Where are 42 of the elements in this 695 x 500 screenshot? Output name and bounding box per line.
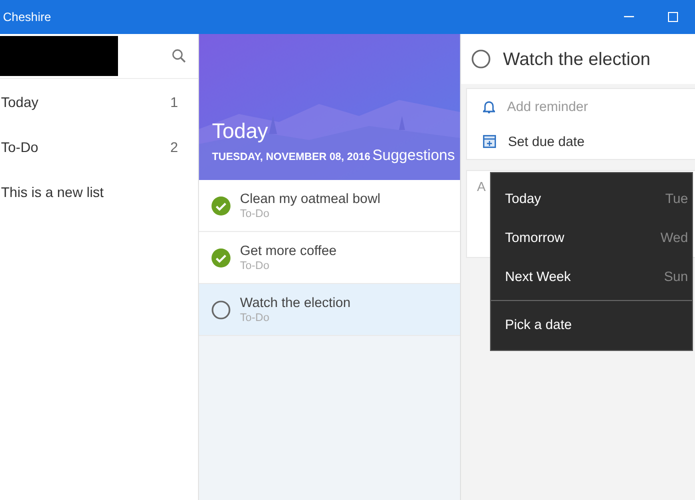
- menu-item-label: Next Week: [505, 269, 571, 284]
- task-list-name: To-Do: [240, 208, 270, 220]
- task-checkbox[interactable]: [471, 49, 491, 69]
- suggestions-link[interactable]: Suggestions: [372, 147, 455, 164]
- task-item[interactable]: Get more coffee To-Do: [199, 232, 460, 284]
- task-title: Get more coffee: [240, 243, 337, 258]
- search-icon[interactable]: [172, 49, 186, 63]
- maximize-icon[interactable]: [668, 12, 678, 22]
- calendar-icon: [483, 135, 496, 148]
- checked-circle-icon[interactable]: [211, 196, 231, 216]
- sidebar-item[interactable]: Today 1: [0, 79, 198, 124]
- task-item[interactable]: Clean my oatmeal bowl To-Do: [199, 180, 460, 232]
- list-name: Today: [1, 94, 38, 110]
- menu-item-label: Today: [505, 191, 542, 206]
- set-due-date-button[interactable]: Set due date: [467, 124, 695, 159]
- sidebar-item[interactable]: To-Do 2: [0, 124, 198, 169]
- menu-item-label: Tomorrow: [505, 230, 564, 245]
- task-count: 2: [170, 138, 178, 154]
- date-label: TUESDAY, NOVEMBER 08, 2016: [212, 151, 370, 163]
- list-name: This is a new list: [1, 184, 104, 200]
- task-list-name: To-Do: [240, 312, 270, 324]
- task-checkbox[interactable]: [211, 300, 231, 320]
- bell-icon: [483, 100, 495, 114]
- task-title: Clean my oatmeal bowl: [240, 191, 380, 206]
- sidebar-item[interactable]: This is a new list: [0, 169, 198, 214]
- task-count: 1: [170, 94, 178, 110]
- window-title: Cheshire: [3, 10, 52, 24]
- note-placeholder: A: [477, 179, 486, 194]
- list-name: To-Do: [1, 138, 38, 154]
- checked-circle-icon[interactable]: [211, 248, 231, 268]
- weekday-label: Wed: [660, 230, 688, 245]
- menu-item[interactable]: Today Tue: [491, 179, 692, 218]
- pick-date-item[interactable]: Pick a date: [491, 305, 692, 344]
- menu-item[interactable]: Next Week Sun: [491, 257, 692, 296]
- menu-item[interactable]: Tomorrow Wed: [491, 218, 692, 257]
- minimize-icon[interactable]: [624, 16, 634, 18]
- task-title: Watch the election: [240, 295, 351, 310]
- weekday-label: Sun: [664, 269, 688, 284]
- list-title: Today: [212, 120, 270, 144]
- task-item[interactable]: Watch the election To-Do: [199, 284, 460, 336]
- task-list-name: To-Do: [240, 260, 270, 272]
- weekday-label: Tue: [665, 191, 688, 206]
